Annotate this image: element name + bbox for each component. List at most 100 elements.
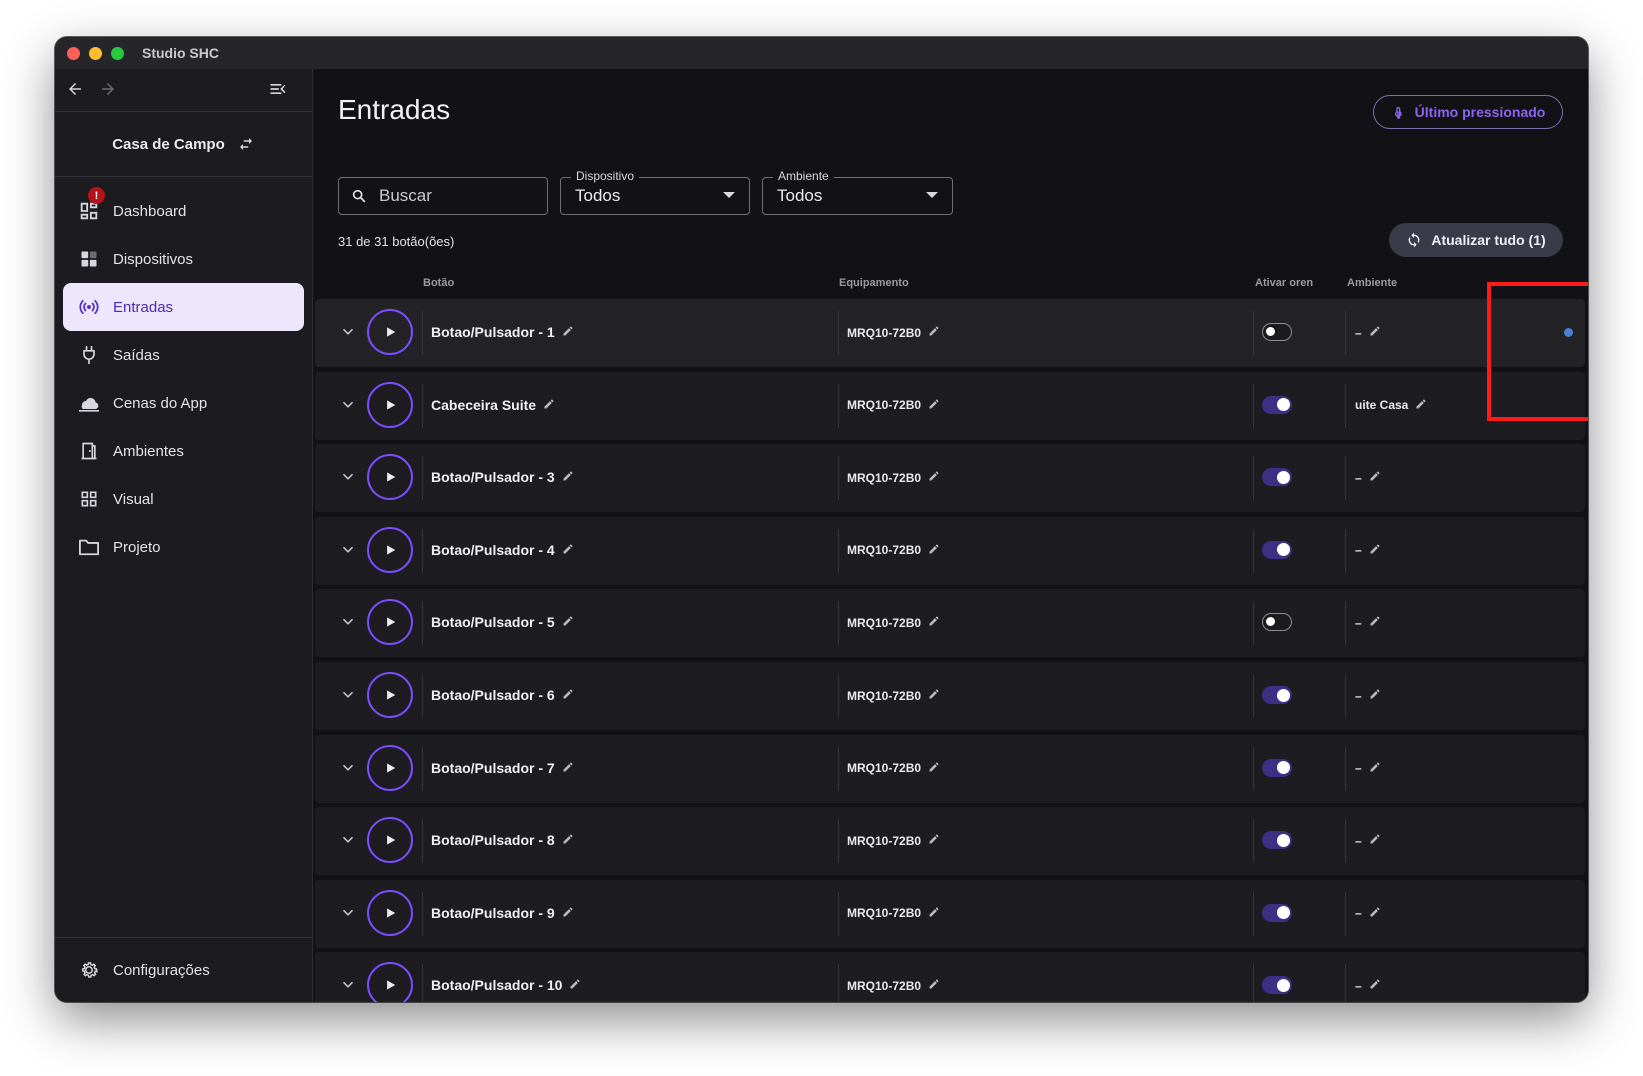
edit-equipment-icon[interactable]: [928, 398, 940, 413]
expand-row-button[interactable]: [341, 398, 355, 417]
play-button[interactable]: [367, 962, 413, 1002]
edit-equipment-icon[interactable]: [928, 906, 940, 921]
sidebar-item-label: Saídas: [113, 346, 160, 364]
edit-room-icon[interactable]: [1415, 398, 1427, 413]
button-name-text: Botao/Pulsador - 1: [431, 324, 555, 340]
room-filter-select[interactable]: Ambiente Todos: [762, 169, 953, 215]
expand-row-button[interactable]: [341, 615, 355, 634]
enable-toggle[interactable]: [1262, 903, 1292, 922]
toggle-knob: [1277, 398, 1290, 412]
edit-name-icon[interactable]: [562, 905, 574, 921]
edit-name-icon[interactable]: [562, 542, 574, 558]
search-input[interactable]: [377, 185, 531, 207]
close-window-button[interactable]: [67, 46, 80, 60]
play-button[interactable]: [367, 599, 413, 646]
expand-row-button[interactable]: [341, 833, 355, 852]
expand-row-button[interactable]: [341, 325, 355, 344]
play-icon: [387, 399, 396, 410]
edit-name-icon[interactable]: [562, 614, 574, 630]
edit-room-icon[interactable]: [1369, 761, 1381, 776]
sidebar-item-configuracoes[interactable]: Configurações: [63, 946, 304, 994]
play-button[interactable]: [367, 817, 413, 864]
edit-equipment-icon[interactable]: [928, 615, 940, 630]
play-button[interactable]: [367, 454, 413, 501]
expand-row-button[interactable]: [341, 906, 355, 925]
window-title: Studio SHC: [142, 45, 219, 61]
edit-room-icon[interactable]: [1369, 325, 1381, 340]
edit-equipment-icon[interactable]: [928, 325, 940, 340]
sidebar-item-dashboard[interactable]: ! Dashboard: [63, 187, 304, 235]
edit-equipment-icon[interactable]: [928, 688, 940, 703]
sidebar-item-saidas[interactable]: Saídas: [63, 331, 304, 379]
edit-name-icon[interactable]: [543, 397, 555, 413]
edit-equipment-icon[interactable]: [928, 543, 940, 558]
sidebar-item-ambientes[interactable]: Ambientes: [63, 427, 304, 475]
enable-toggle[interactable]: [1262, 976, 1292, 995]
search-field[interactable]: [338, 177, 548, 215]
chevron-down-icon: [343, 474, 353, 481]
edit-room-icon[interactable]: [1369, 978, 1381, 993]
enable-toggle[interactable]: [1262, 686, 1292, 704]
enable-toggle[interactable]: [1262, 540, 1292, 559]
expand-row-button[interactable]: [341, 978, 355, 997]
button-name-text: Botao/Pulsador - 6: [431, 687, 555, 703]
play-button[interactable]: [367, 744, 413, 791]
workspace-switcher[interactable]: Casa de Campo: [55, 112, 312, 177]
edit-name-icon[interactable]: [562, 832, 574, 848]
enable-toggle[interactable]: [1262, 468, 1292, 487]
room-filter-label: Ambiente: [773, 169, 834, 183]
collapse-sidebar-button[interactable]: [263, 74, 293, 104]
sidebar-item-projeto[interactable]: Projeto: [63, 523, 304, 571]
zoom-window-button[interactable]: [111, 46, 124, 60]
column-divider: [1253, 891, 1254, 936]
play-button[interactable]: [367, 381, 413, 428]
expand-row-button[interactable]: [341, 470, 355, 489]
edit-name-icon[interactable]: [562, 324, 574, 340]
enable-toggle[interactable]: [1262, 613, 1292, 632]
play-button[interactable]: [367, 672, 413, 718]
sidebar-item-visual[interactable]: Visual: [63, 475, 304, 523]
edit-equipment-icon[interactable]: [928, 761, 940, 776]
sidebar-item-cenas[interactable]: Cenas do App: [63, 379, 304, 427]
edit-name-icon[interactable]: [562, 760, 574, 776]
edit-name-icon[interactable]: [562, 687, 574, 703]
sidebar-item-entradas[interactable]: Entradas: [63, 283, 304, 331]
enable-toggle[interactable]: [1262, 395, 1292, 414]
column-divider: [838, 964, 839, 1002]
edit-equipment-icon[interactable]: [928, 833, 940, 848]
expand-row-button[interactable]: [341, 761, 355, 780]
expand-row-button[interactable]: [341, 688, 355, 707]
edit-room-icon[interactable]: [1369, 615, 1381, 630]
edit-name-icon[interactable]: [562, 469, 574, 485]
edit-room-icon[interactable]: [1369, 906, 1381, 921]
enable-toggle[interactable]: [1262, 758, 1292, 777]
column-divider: [1345, 456, 1346, 501]
room-cell: –: [1355, 615, 1381, 630]
edit-room-icon[interactable]: [1369, 470, 1381, 485]
expand-row-button[interactable]: [341, 543, 355, 562]
device-filter-select[interactable]: Dispositivo Todos: [560, 169, 750, 215]
play-button[interactable]: [367, 889, 413, 936]
back-button[interactable]: [60, 74, 90, 104]
sidebar-item-dispositivos[interactable]: Dispositivos: [63, 235, 304, 283]
equipment-text: MRQ10-72B0: [847, 978, 922, 993]
edit-name-icon[interactable]: [569, 977, 581, 993]
forward-button[interactable]: [93, 74, 123, 104]
button-name-text: Botao/Pulsador - 3: [431, 469, 555, 486]
enable-toggle[interactable]: [1262, 831, 1292, 850]
edit-equipment-icon[interactable]: [928, 470, 940, 485]
edit-room-icon[interactable]: [1369, 688, 1381, 703]
play-button[interactable]: [367, 309, 413, 355]
column-divider: [1253, 674, 1254, 718]
edit-room-icon[interactable]: [1369, 833, 1381, 848]
chevron-down-icon: [343, 619, 353, 626]
edit-room-icon[interactable]: [1369, 543, 1381, 558]
refresh-all-button[interactable]: Atualizar tudo (1): [1389, 223, 1563, 257]
column-header-button: Botão: [423, 277, 455, 289]
edit-equipment-icon[interactable]: [928, 978, 940, 993]
play-button[interactable]: [367, 526, 413, 573]
minimize-window-button[interactable]: [89, 46, 102, 60]
last-pressed-button[interactable]: Último pressionado: [1373, 95, 1563, 129]
column-divider: [838, 891, 839, 936]
enable-toggle[interactable]: [1262, 323, 1292, 341]
